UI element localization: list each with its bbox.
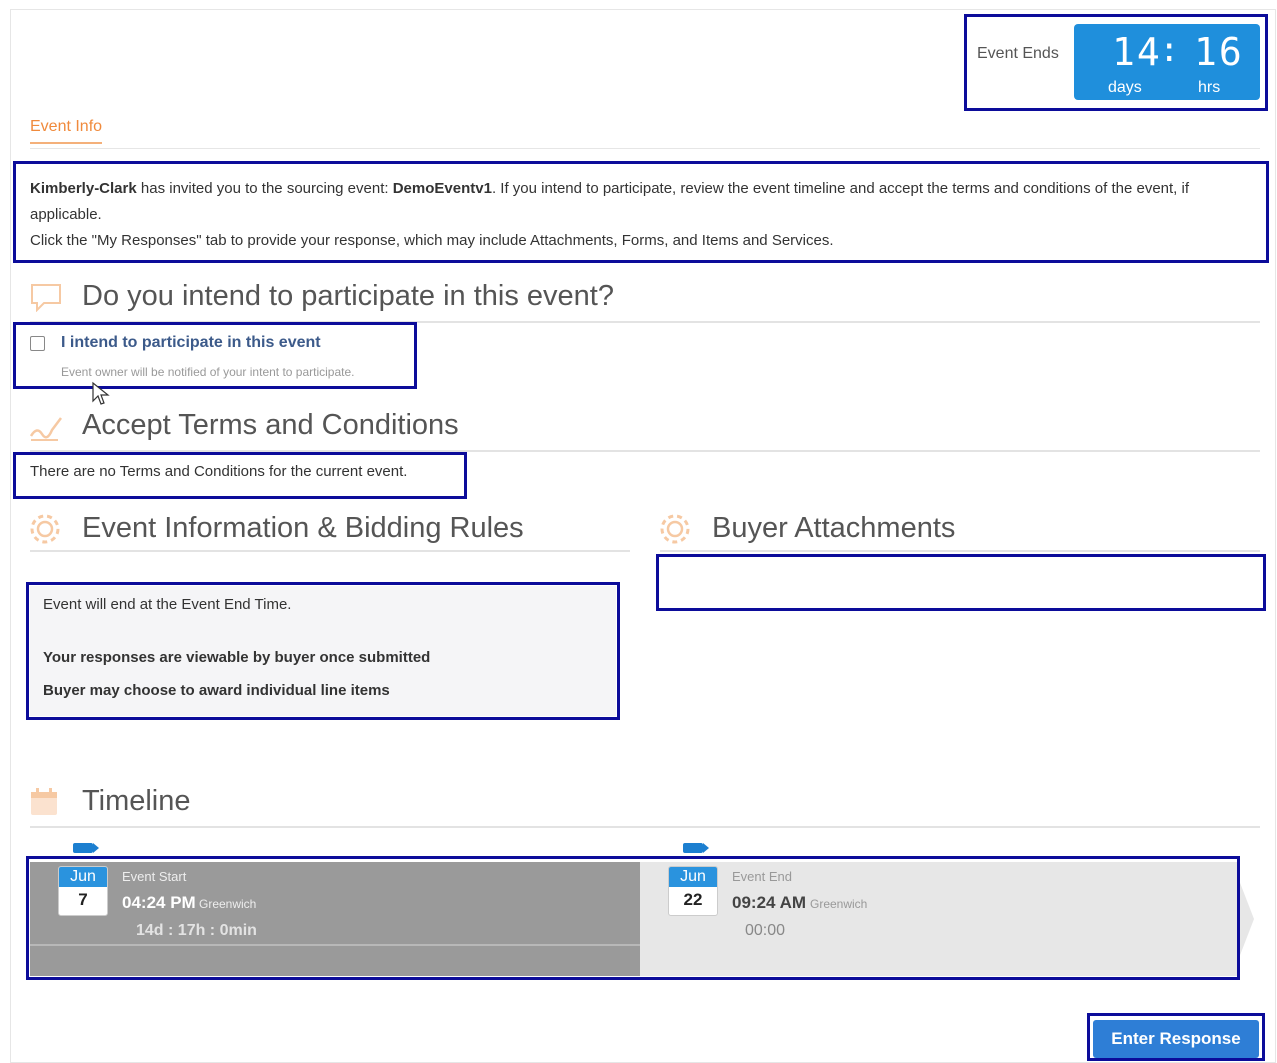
attachments-divider <box>660 550 1260 552</box>
highlight-participate <box>13 322 417 389</box>
attachments-title: Buyer Attachments <box>712 512 956 544</box>
highlight-timeline <box>26 856 1240 980</box>
tab-divider <box>30 148 1260 149</box>
signature-icon <box>29 417 62 441</box>
highlight-terms <box>13 452 467 499</box>
mouse-cursor-icon <box>92 381 110 405</box>
timeline-title: Timeline <box>82 785 191 817</box>
terms-title: Accept Terms and Conditions <box>82 409 459 441</box>
highlight-intro <box>13 161 1269 263</box>
gear-icon <box>30 514 60 544</box>
tab-event-info[interactable]: Event Info <box>30 118 103 144</box>
participate-title: Do you intend to participate in this eve… <box>82 280 614 312</box>
start-marker-icon <box>73 843 99 853</box>
highlight-event-ends <box>964 14 1268 111</box>
rules-divider <box>30 550 630 552</box>
end-marker-icon <box>683 843 709 853</box>
calendar-icon <box>31 788 57 815</box>
timeline-divider <box>30 826 1260 828</box>
speech-bubble-icon <box>31 284 61 312</box>
highlight-enter-response <box>1087 1013 1265 1061</box>
gear-icon <box>660 514 690 544</box>
highlight-rules <box>26 582 620 720</box>
rules-title: Event Information & Bidding Rules <box>82 512 524 544</box>
highlight-attachments <box>656 554 1266 611</box>
